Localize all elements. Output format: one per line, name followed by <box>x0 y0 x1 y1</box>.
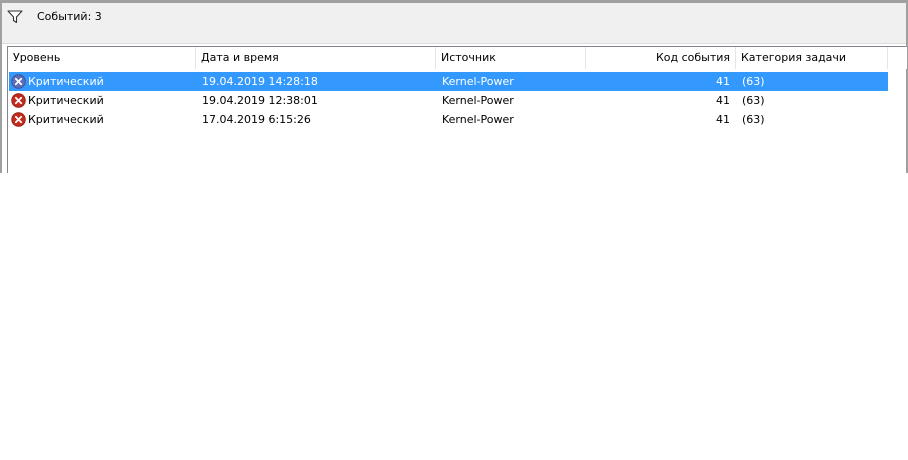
table-row[interactable]: Критический 17.04.2019 6:15:26 Kernel-Po… <box>9 110 888 129</box>
cell-level: Критический <box>28 94 104 107</box>
cell-source: Kernel-Power <box>442 75 514 88</box>
cell-datetime: 17.04.2019 6:15:26 <box>202 113 311 126</box>
table-header: Уровень Дата и время Источник Код событи… <box>8 47 907 69</box>
cell-source: Kernel-Power <box>442 94 514 107</box>
column-header-source-label: Источник <box>441 51 496 64</box>
filter-bar: Событий: 3 <box>2 3 906 44</box>
column-header-task-category[interactable]: Категория задачи <box>736 47 888 69</box>
cell-source: Kernel-Power <box>442 113 514 126</box>
cell-level: Критический <box>28 75 104 88</box>
column-header-level[interactable]: Уровень <box>8 47 196 69</box>
column-header-datetime-label: Дата и время <box>201 51 279 64</box>
table-row[interactable]: Критический 19.04.2019 14:28:18 Kernel-P… <box>9 72 888 91</box>
cell-task-category: (63) <box>742 75 765 88</box>
column-header-event-id[interactable]: Код события <box>586 47 736 69</box>
column-header-level-label: Уровень <box>13 51 61 64</box>
table-row[interactable]: Критический 19.04.2019 12:38:01 Kernel-P… <box>9 91 888 110</box>
events-table: Уровень Дата и время Источник Код событи… <box>7 46 907 173</box>
cell-datetime: 19.04.2019 12:38:01 <box>202 94 318 107</box>
cell-level: Критический <box>28 113 104 126</box>
column-header-datetime[interactable]: Дата и время <box>196 47 436 69</box>
column-header-source[interactable]: Источник <box>436 47 586 69</box>
cell-datetime: 19.04.2019 14:28:18 <box>202 75 318 88</box>
cell-event-id: 41 <box>716 113 730 126</box>
event-list-panel: Событий: 3 Уровень Дата и время Источник… <box>0 0 908 173</box>
critical-error-icon <box>11 74 26 89</box>
critical-error-icon <box>11 112 26 127</box>
funnel-icon[interactable] <box>7 10 23 24</box>
critical-error-icon <box>11 93 26 108</box>
column-header-task-category-label: Категория задачи <box>741 51 847 64</box>
cell-task-category: (63) <box>742 113 765 126</box>
events-count-label: Событий: 3 <box>37 10 102 23</box>
cell-task-category: (63) <box>742 94 765 107</box>
cell-event-id: 41 <box>716 75 730 88</box>
column-header-event-id-label: Код события <box>655 51 730 64</box>
cell-event-id: 41 <box>716 94 730 107</box>
